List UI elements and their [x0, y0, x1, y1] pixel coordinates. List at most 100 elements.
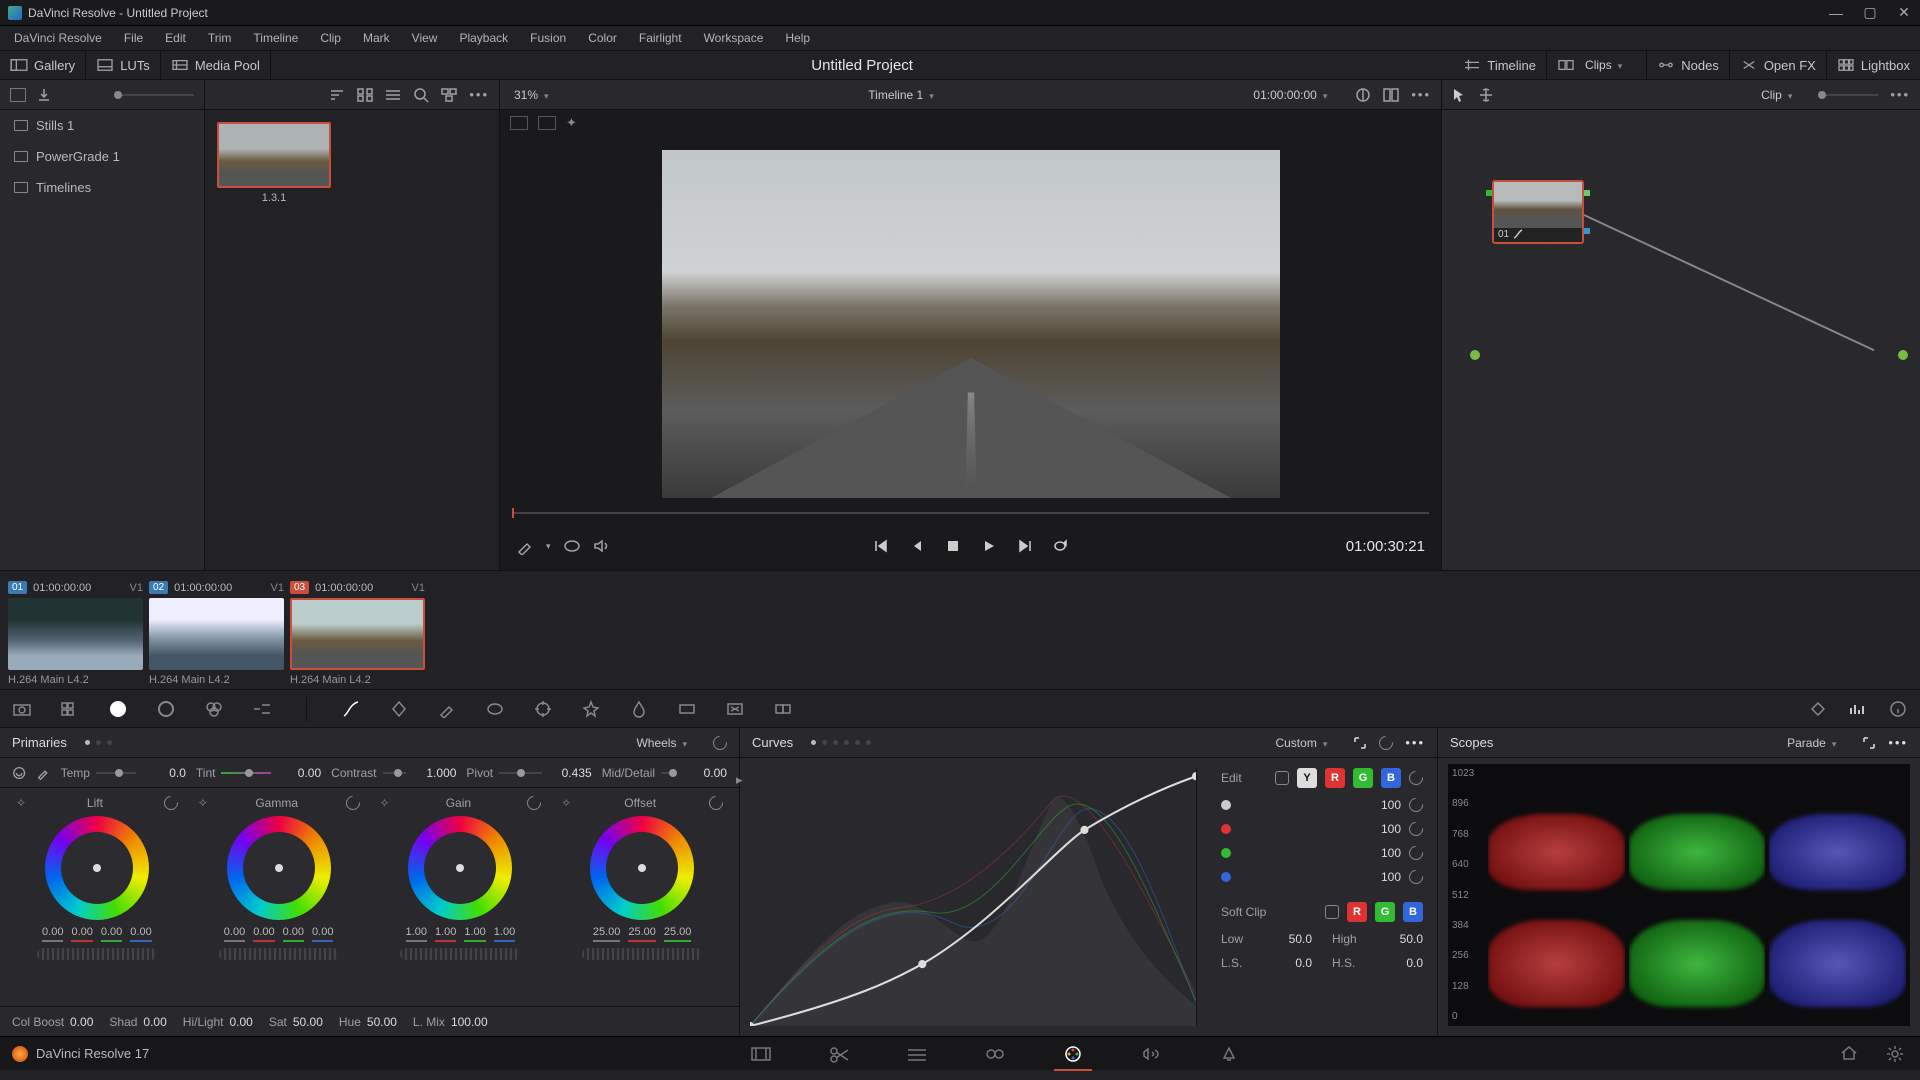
channel-r-button[interactable]: R — [1325, 768, 1345, 788]
reset-icon[interactable] — [161, 793, 181, 813]
channel-y-button[interactable]: Y — [1297, 768, 1317, 788]
key-icon[interactable] — [677, 699, 697, 719]
wipe-icon[interactable] — [1355, 87, 1371, 103]
reset-icon[interactable] — [706, 793, 726, 813]
node-input-triangle[interactable] — [1486, 190, 1492, 196]
motion-effects-icon[interactable] — [252, 699, 272, 719]
pick-white-icon[interactable] — [36, 765, 50, 781]
camera-raw-icon[interactable] — [12, 699, 32, 719]
link-icon[interactable] — [1275, 771, 1289, 785]
grid-view-icon[interactable] — [357, 88, 373, 102]
still-thumbnail[interactable] — [217, 122, 331, 188]
gallery-folder-timelines[interactable]: Timelines — [0, 172, 204, 203]
media-page-icon[interactable] — [750, 1045, 772, 1063]
warper-icon[interactable] — [389, 699, 409, 719]
scopes-mode[interactable]: Parade — [1783, 734, 1850, 752]
home-icon[interactable] — [1840, 1045, 1862, 1063]
wheel-lift[interactable]: ✧Lift0.000.000.000.00 — [10, 796, 184, 998]
plus-icon[interactable]: ✧ — [561, 796, 571, 810]
step-back-icon[interactable] — [908, 537, 926, 555]
wheel-gain[interactable]: ✧Gain1.001.001.001.00 — [374, 796, 548, 998]
settings-icon[interactable] — [1886, 1045, 1908, 1063]
filter-icon[interactable] — [441, 88, 457, 102]
close-button[interactable]: ✕ — [1896, 5, 1912, 21]
reset-icon[interactable] — [1406, 867, 1426, 887]
image-wipe-icon[interactable] — [510, 116, 528, 130]
wheel-gamma[interactable]: ✧Gamma0.000.000.000.00 — [192, 796, 366, 998]
node-source-icon[interactable] — [1470, 350, 1480, 360]
color-wheel[interactable] — [408, 816, 512, 920]
channel-b-button[interactable]: B — [1381, 768, 1401, 788]
mediapool-toggle[interactable]: Media Pool — [161, 51, 271, 79]
clips-toggle[interactable]: Clips — [1547, 51, 1647, 79]
menu-item[interactable]: Workspace — [694, 28, 774, 48]
node-output-icon[interactable] — [1898, 350, 1908, 360]
qualifier-picker-icon[interactable] — [516, 537, 534, 555]
reset-icon[interactable] — [710, 733, 730, 753]
softclip-b-button[interactable]: B — [1403, 902, 1423, 922]
edit-page-icon[interactable] — [906, 1045, 928, 1063]
keyframe-icon[interactable] — [1808, 699, 1828, 719]
channel-g-button[interactable]: G — [1353, 768, 1373, 788]
viewer-preview[interactable] — [662, 150, 1280, 498]
clip-item[interactable]: 0101:00:00:00V1 H.264 Main L4.2 — [8, 581, 143, 679]
plus-icon[interactable]: ✧ — [16, 796, 26, 810]
expand-icon[interactable] — [1862, 736, 1876, 750]
menu-item[interactable]: Edit — [155, 28, 196, 48]
clip-item-selected[interactable]: 0301:00:00:00V1 H.264 Main L4.2 — [290, 581, 425, 679]
reset-icon[interactable] — [1406, 819, 1426, 839]
menu-item[interactable]: View — [402, 28, 448, 48]
node-mode-selector[interactable]: Clip — [1757, 86, 1806, 104]
curve-editor[interactable]: ▸ — [750, 768, 1197, 1026]
blur-icon[interactable] — [629, 699, 649, 719]
timeline-selector[interactable]: Timeline 1 — [864, 86, 947, 104]
menu-item[interactable]: Clip — [310, 28, 351, 48]
menu-item[interactable]: Color — [578, 28, 627, 48]
fusion-page-icon[interactable] — [984, 1045, 1006, 1063]
minimize-button[interactable]: — — [1828, 5, 1844, 21]
menu-item[interactable]: Timeline — [243, 28, 308, 48]
lightbox-toggle[interactable]: Lightbox — [1827, 51, 1920, 79]
color-wheel[interactable] — [590, 816, 694, 920]
viewer-timecode[interactable]: 01:00:00:00 — [1249, 86, 1341, 104]
color-page-icon[interactable] — [1062, 1045, 1084, 1063]
reset-icon[interactable] — [1376, 733, 1396, 753]
highlight-icon[interactable] — [566, 115, 584, 131]
cut-page-icon[interactable] — [828, 1045, 850, 1063]
softclip-r-button[interactable]: R — [1347, 902, 1367, 922]
plus-icon[interactable]: ✧ — [198, 796, 208, 810]
jog-wheel[interactable] — [400, 948, 520, 960]
pointer-icon[interactable] — [1452, 87, 1466, 103]
menu-item[interactable]: DaVinci Resolve — [4, 28, 112, 48]
reset-icon[interactable] — [524, 793, 544, 813]
primaries-icon[interactable] — [108, 699, 128, 719]
viewer-more-icon[interactable]: ••• — [1411, 87, 1431, 102]
search-icon[interactable] — [413, 87, 429, 103]
scopes-icon[interactable] — [1848, 699, 1868, 719]
grab-still-icon[interactable] — [36, 87, 52, 103]
node-editor[interactable]: 01 — [1442, 110, 1920, 570]
corrector-node[interactable]: 01 — [1492, 180, 1584, 244]
primaries-mode[interactable]: Wheels — [632, 734, 701, 752]
viewer-zoom[interactable]: 31% — [510, 86, 563, 104]
more-icon[interactable]: ••• — [1405, 735, 1425, 750]
more-icon[interactable]: ••• — [469, 87, 489, 102]
gallery-toggle[interactable]: Gallery — [0, 51, 86, 79]
split-screen-icon[interactable] — [538, 116, 556, 130]
luts-toggle[interactable]: LUTs — [86, 51, 161, 79]
menu-item[interactable]: File — [114, 28, 153, 48]
go-last-icon[interactable] — [1016, 537, 1034, 555]
play-icon[interactable] — [980, 537, 998, 555]
playhead[interactable] — [512, 508, 514, 518]
deliver-page-icon[interactable] — [1218, 1045, 1240, 1063]
picker-dropdown-icon[interactable]: ▾ — [546, 541, 551, 552]
menu-item[interactable]: Trim — [198, 28, 242, 48]
gallery-folder-stills[interactable]: Stills 1 — [0, 110, 204, 141]
go-first-icon[interactable] — [872, 537, 890, 555]
maximize-button[interactable]: ▢ — [1862, 5, 1878, 21]
color-wheel[interactable] — [227, 816, 331, 920]
jog-wheel[interactable] — [582, 948, 702, 960]
mute-icon[interactable] — [593, 538, 609, 554]
sort-icon[interactable] — [329, 88, 345, 102]
color-wheel[interactable] — [45, 816, 149, 920]
